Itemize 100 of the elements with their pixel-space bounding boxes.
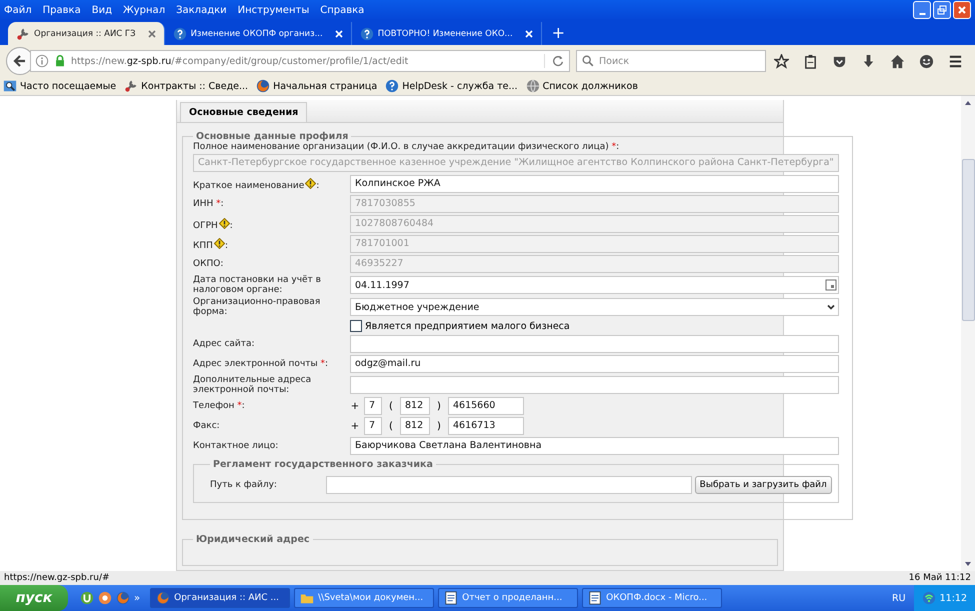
field-label: Адрес сайта: (193, 339, 256, 349)
country-code-field[interactable]: 7 (364, 397, 382, 415)
restore-button[interactable] (933, 1, 951, 19)
field-label: Организационно-правовая форма: (193, 297, 322, 317)
bookmark-item[interactable]: HelpDesk - служба те... (385, 79, 518, 93)
address-bar[interactable]: https://new.gz-spb.ru/#company/edit/group/customer/profile/1/act/edit (30, 50, 570, 72)
taskbar-button[interactable]: Организация :: АИС ... (150, 588, 290, 608)
menu-item[interactable]: Инструменты (238, 4, 310, 16)
fieldset-legend: Регламент государственного заказчика (210, 459, 436, 470)
minimize-button[interactable] (913, 1, 931, 19)
text-field[interactable]: odgz@mail.ru (350, 355, 839, 373)
browser-icon (256, 79, 270, 93)
close-button[interactable] (953, 1, 971, 19)
text-field[interactable]: Колпинское РЖА (350, 175, 839, 193)
field-label: Дополнительные адреса электронной почты: (193, 375, 312, 395)
area-code-field[interactable]: 812 (400, 397, 430, 415)
checkbox[interactable] (350, 320, 362, 332)
menu-item[interactable]: Вид (92, 4, 112, 16)
wrench-icon (124, 79, 138, 93)
plus-sign: + (350, 420, 360, 432)
close-icon[interactable] (148, 30, 156, 38)
help-icon (360, 26, 374, 40)
taskbar-button[interactable]: Отчет о проделанн... (438, 588, 578, 608)
folder-search-icon (3, 79, 17, 93)
phone-number-field[interactable]: 4616713 (448, 417, 524, 435)
fieldset-legend: Юридический адрес (193, 534, 313, 545)
status-url: https://new.gz-spb.ru/# (4, 573, 110, 583)
new-tab-button[interactable]: + (542, 23, 576, 42)
date-field[interactable]: 04.11.1997 (350, 276, 839, 294)
menu-item[interactable]: Правка (42, 4, 81, 16)
bracket: ) (436, 400, 442, 412)
field-label: Факс: (193, 421, 221, 431)
text-field[interactable]: Баюрчикова Светлана Валентиновна (350, 437, 839, 455)
clock: 11:12 (940, 592, 967, 604)
help-icon (385, 79, 400, 93)
menu-item[interactable]: Закладки (176, 4, 227, 16)
search-field[interactable]: Поиск (576, 50, 766, 72)
bracket: ( (388, 400, 394, 412)
document-icon (588, 591, 602, 605)
wrench-icon (16, 26, 30, 40)
bracket: ) (436, 420, 442, 432)
torrent-icon[interactable] (80, 591, 94, 605)
dropdown-field[interactable]: Бюджетное учреждение (350, 298, 839, 316)
smiley-icon[interactable] (919, 54, 934, 68)
field-label: Адрес электронной почты *: (193, 359, 330, 369)
document-icon (444, 591, 458, 605)
field-label: КПП : (193, 238, 350, 250)
up-arrow-icon[interactable] (964, 99, 972, 107)
wifi-icon[interactable] (922, 591, 936, 605)
help-icon (172, 26, 187, 40)
bookmark-item[interactable]: Контракты :: Сведе... (124, 79, 248, 93)
browser-tab[interactable]: Организация :: АИС ГЗ (8, 22, 165, 45)
star-icon[interactable] (774, 54, 789, 68)
section-tab[interactable]: Основные сведения (180, 102, 308, 122)
phone-number-field[interactable]: 4615660 (448, 397, 524, 415)
field-label: ОГРН : (193, 218, 350, 230)
field-label: ИНН *: (193, 199, 225, 209)
field-label: Дата постановки на учёт в налоговом органе: (193, 275, 322, 295)
browser-icon (156, 591, 170, 605)
language-indicator[interactable]: RU (892, 592, 906, 604)
browser-icon[interactable] (98, 591, 112, 605)
minimize-icon (918, 13, 926, 15)
field-label: Телефон *: (193, 401, 246, 411)
taskbar-button[interactable]: \\Sveta\мои докумен... (294, 588, 434, 608)
restore-icon (937, 5, 947, 15)
download-icon[interactable] (861, 54, 876, 68)
bookmark-item[interactable]: Часто посещаемые (3, 79, 116, 93)
more-button[interactable]: » (134, 592, 140, 604)
field-label: Краткое наименование : (193, 178, 350, 190)
field-label: Контактное лицо: (193, 441, 280, 451)
field-label: Полное наименование организации (Ф.И.О. в случае аккредитации физического лица) *: (193, 142, 620, 152)
checkbox-label: Является предприятием малого бизнеса (365, 320, 570, 332)
home-icon[interactable] (890, 54, 905, 68)
bracket: ( (388, 420, 394, 432)
fieldset-legend: Основные данные профиля (193, 131, 352, 142)
menu-item[interactable]: Журнал (122, 4, 166, 16)
bookmark-item[interactable]: Начальная страница (256, 79, 378, 93)
bookmark-item[interactable]: Список должников (526, 79, 638, 93)
close-icon (957, 5, 967, 15)
status-date: 16 Май 11:12 (908, 573, 971, 583)
area-code-field[interactable]: 812 (400, 417, 430, 435)
globe-icon (526, 79, 540, 93)
field-label: ОКПО: (193, 259, 224, 269)
reload-icon[interactable] (544, 54, 565, 68)
clipboard-icon[interactable] (803, 54, 818, 68)
down-arrow-icon[interactable] (964, 560, 972, 568)
plus-sign: + (350, 400, 360, 412)
lock-icon (53, 54, 67, 68)
search-icon (581, 54, 595, 68)
menu-icon[interactable] (948, 54, 963, 68)
calendar-icon[interactable] (824, 279, 837, 291)
country-code-field[interactable]: 7 (364, 417, 382, 435)
info-icon (35, 54, 49, 68)
menu-item[interactable]: Справка (320, 4, 364, 16)
upload-button[interactable]: Выбрать и загрузить файл (694, 476, 832, 494)
browser-icon (116, 591, 130, 605)
back-arrow-icon (12, 53, 28, 69)
menu-item[interactable]: Файл (4, 4, 32, 16)
field-label: Путь к файлу: (210, 480, 278, 490)
taskbar-button[interactable]: ОКОПФ.docx - Micro... (582, 588, 722, 608)
